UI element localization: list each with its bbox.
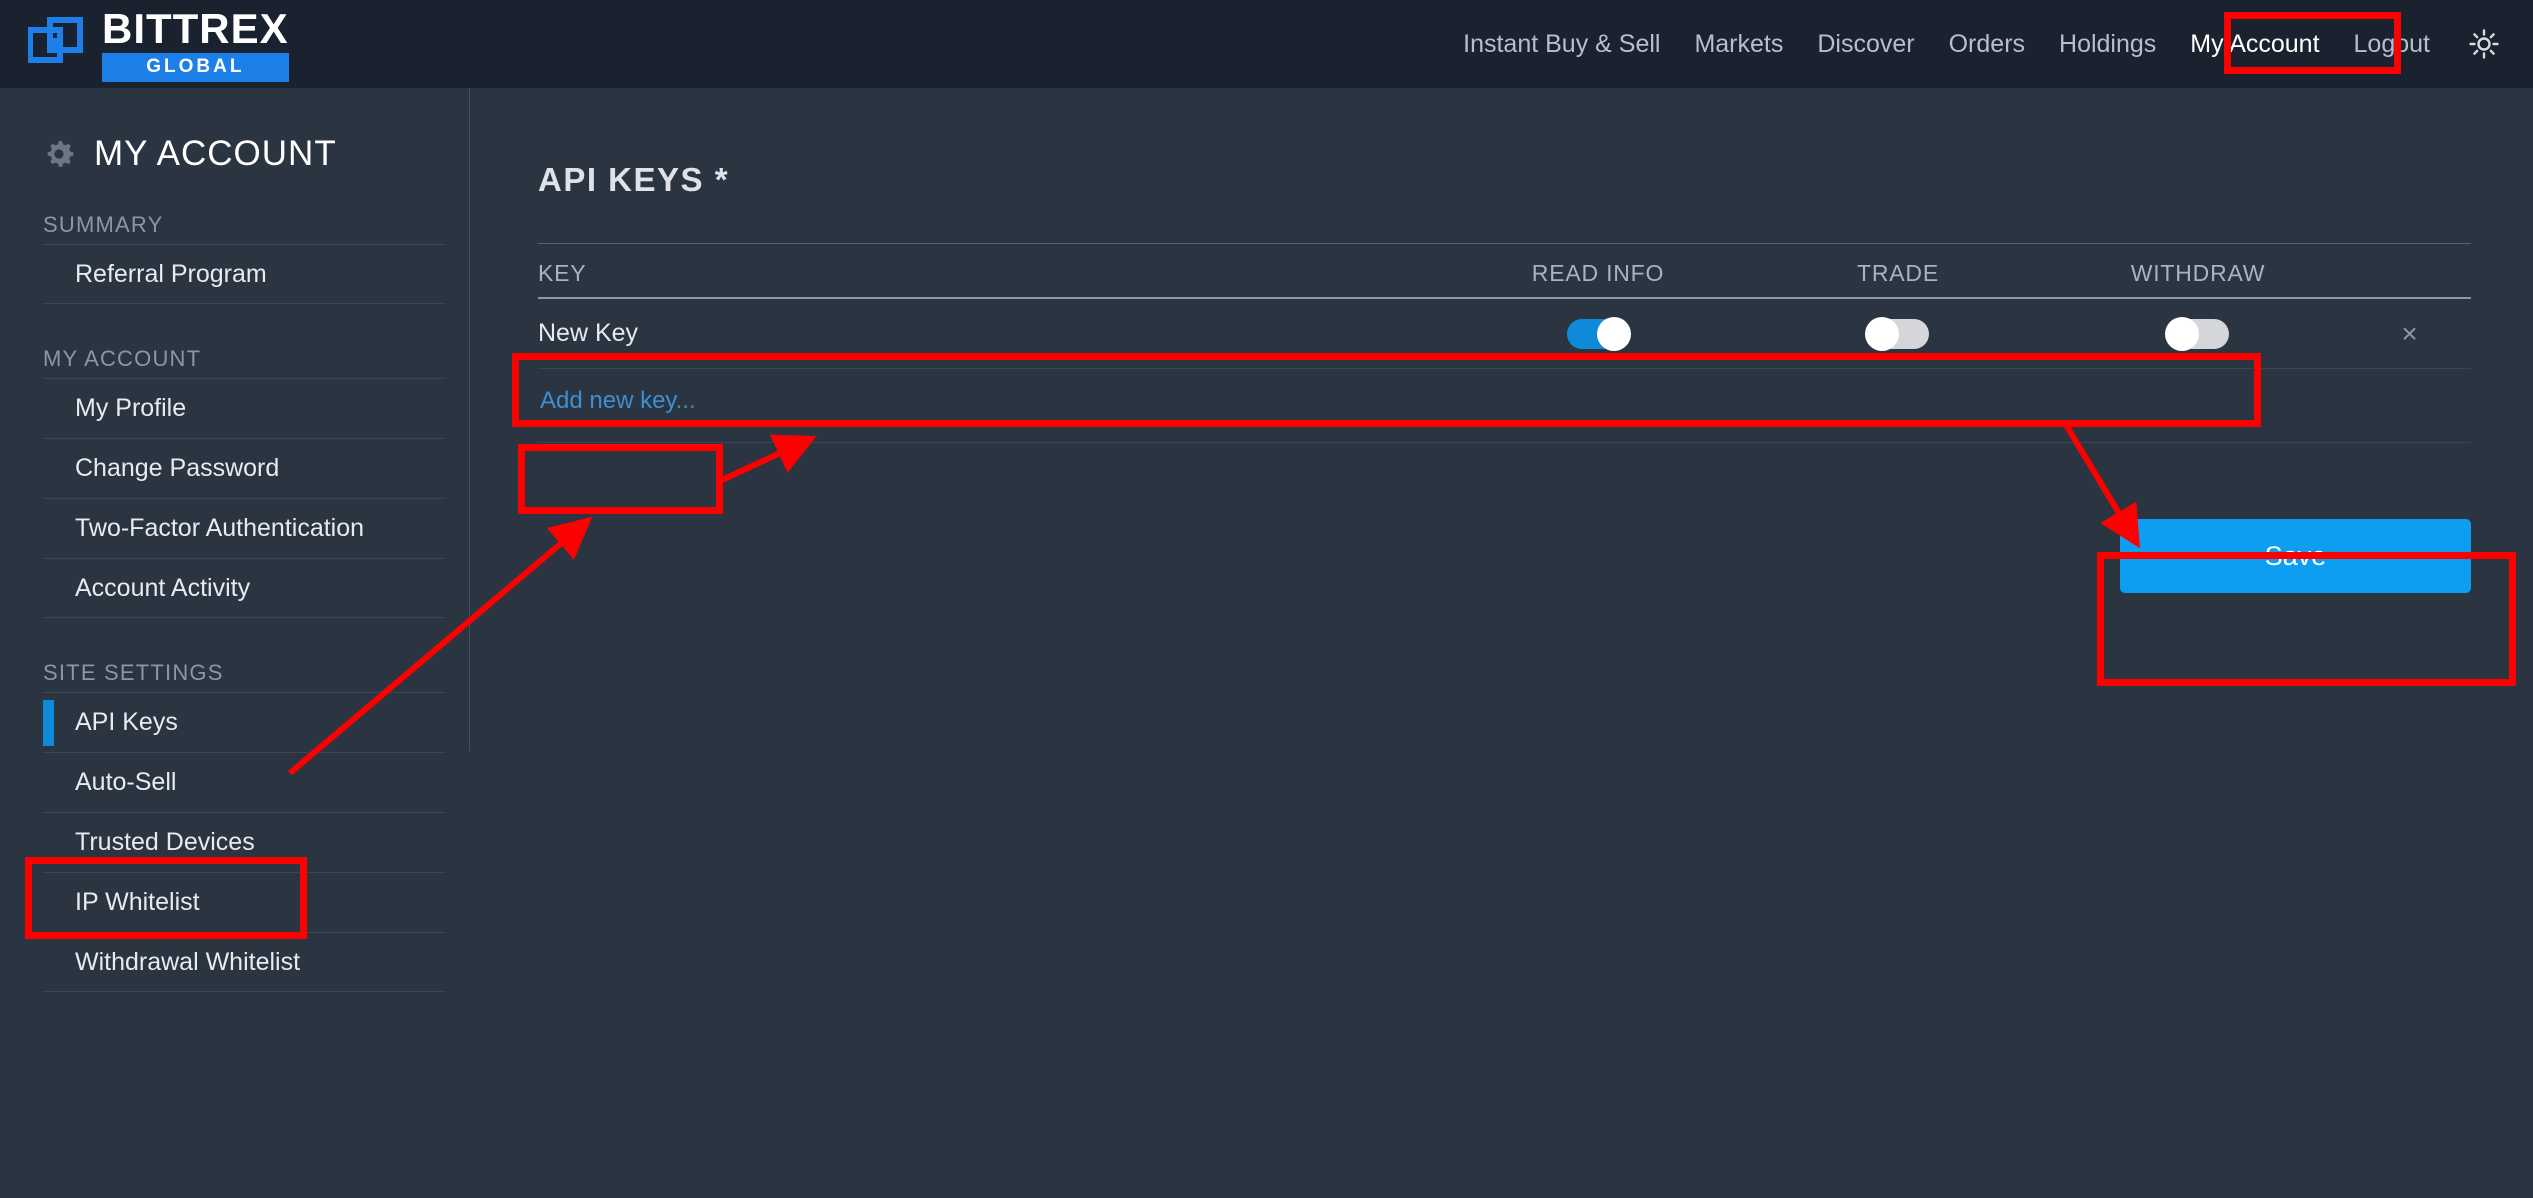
sidebar-item-two-factor-authentication[interactable]: Two-Factor Authentication [43,498,446,558]
nav-item-markets[interactable]: Markets [1677,0,1800,88]
trade-toggle[interactable] [1865,316,1929,351]
brand-name: BITTREX [102,4,289,52]
page-root: BITTREX GLOBAL Instant Buy & Sell Market… [0,0,2533,1198]
sidebar-item-label: Two-Factor Authentication [75,514,365,542]
sidebar-item-ip-whitelist[interactable]: IP Whitelist [43,872,446,932]
nav-item-logout[interactable]: Logout [2337,0,2447,88]
sidebar-item-label: My Profile [75,394,187,422]
sidebar-item-label: Change Password [75,454,280,482]
nav-item-my-account[interactable]: My Account [2173,0,2336,88]
active-indicator [43,700,54,746]
page-title: API KEYS * [538,161,730,198]
sidebar-item-referral-program[interactable]: Referral Program [43,244,446,304]
brand-subtitle: GLOBAL [102,52,289,82]
column-header-withdraw: WITHDRAW [2130,260,2266,286]
toggle-knob [2165,316,2199,351]
table-header-row: KEY READ INFO TRADE WITHDRAW [538,244,2471,299]
sidebar-item-auto-sell[interactable]: Auto-Sell [43,752,446,812]
withdraw-toggle[interactable] [2165,316,2229,351]
sidebar-item-label: Auto-Sell [75,768,177,796]
sidebar-section-my-account-label: MY ACCOUNT [43,346,202,371]
main-content: API KEYS * KEY READ INFO TRADE WITHDRAW … [470,88,2533,1198]
toggle-knob [1597,316,1631,351]
sidebar-item-label: API Keys [75,708,178,736]
sidebar-item-my-profile[interactable]: My Profile [43,378,446,438]
trade-cell [1748,316,2048,351]
table-row: New Key × [538,299,2471,369]
sidebar-section-site-settings-list: API Keys Auto-Sell Trusted Devices IP Wh… [43,692,446,992]
sidebar-title: MY ACCOUNT [94,134,337,173]
sidebar-section-summary-list: Referral Program [43,244,446,304]
sidebar-section-summary-label: SUMMARY [43,212,164,237]
delete-cell: × [2348,319,2471,348]
nested-squares-icon [27,16,84,72]
sidebar-section-site-settings-label: SITE SETTINGS [43,660,224,685]
read-info-toggle[interactable] [1567,316,1631,351]
nav-item-holdings[interactable]: Holdings [2042,0,2173,88]
nav-item-discover[interactable]: Discover [1800,0,1931,88]
sidebar-header: MY ACCOUNT [42,134,470,174]
sidebar-section-my-account-list: My Profile Change Password Two-Factor Au… [43,378,446,618]
top-navigation-bar: BITTREX GLOBAL Instant Buy & Sell Market… [0,0,2533,88]
sidebar-item-withdrawal-whitelist[interactable]: Withdrawal Whitelist [43,932,446,992]
sidebar-item-change-password[interactable]: Change Password [43,438,446,498]
sidebar: MY ACCOUNT SUMMARY Referral Program MY A… [0,88,470,1198]
column-header-actions [2348,287,2471,297]
sidebar-item-label: IP Whitelist [75,888,200,916]
sidebar-item-label: Trusted Devices [75,828,255,856]
column-header-key: KEY [538,260,587,286]
brand-logo[interactable]: BITTREX GLOBAL [27,4,289,82]
read-info-cell [1448,316,1748,351]
close-icon[interactable]: × [2401,319,2417,348]
sidebar-item-account-activity[interactable]: Account Activity [43,558,446,618]
sidebar-item-trusted-devices[interactable]: Trusted Devices [43,812,446,872]
nav-item-orders[interactable]: Orders [1932,0,2042,88]
gear-icon [42,137,76,171]
column-header-read-info: READ INFO [1531,260,1665,286]
main-nav: Instant Buy & Sell Markets Discover Orde… [1446,0,2505,88]
save-row: Save [470,519,2471,593]
toggle-knob [1865,316,1899,351]
sidebar-item-label: Withdrawal Whitelist [75,947,301,976]
api-keys-table: KEY READ INFO TRADE WITHDRAW New Key × A… [538,244,2471,443]
add-key-row [538,369,2471,443]
sidebar-item-api-keys[interactable]: API Keys [43,692,446,752]
key-name: New Key [538,319,639,347]
withdraw-cell [2048,316,2348,351]
add-new-key-input[interactable] [538,387,733,424]
sidebar-item-label: Account Activity [75,573,251,602]
save-button[interactable]: Save [2120,519,2471,593]
column-header-trade: TRADE [1857,260,1939,286]
sun-icon[interactable] [2469,29,2499,59]
nav-item-instant-buy-sell[interactable]: Instant Buy & Sell [1446,0,1677,88]
sidebar-item-label: Referral Program [75,259,267,288]
